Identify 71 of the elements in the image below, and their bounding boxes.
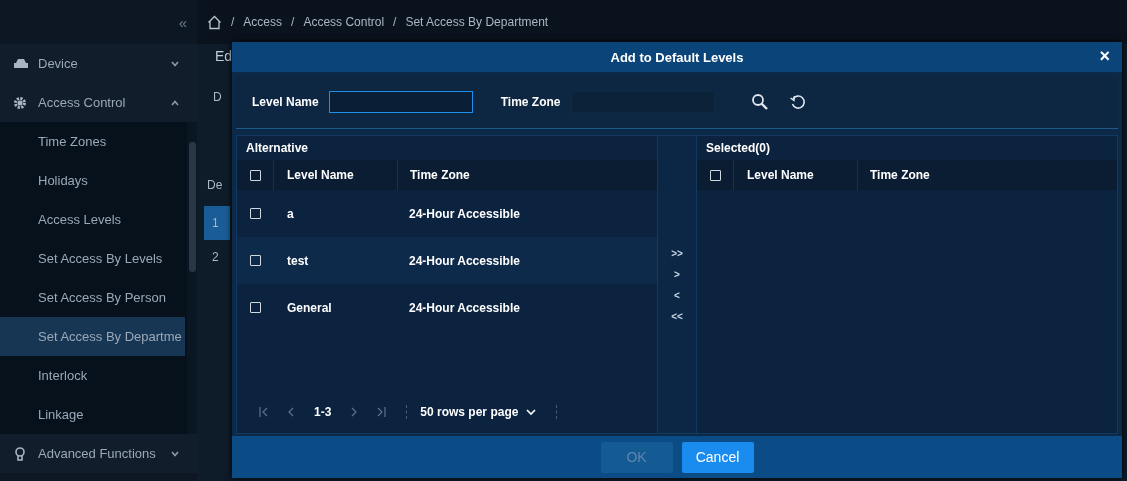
- table-cell-text: 24-Hour Accessible: [408, 206, 520, 221]
- checkbox[interactable]: [249, 255, 261, 266]
- field-label: Level Name: [252, 95, 319, 109]
- menu-group[interactable]: Access Control: [0, 83, 197, 122]
- menu-item[interactable]: Set Access By Levels: [0, 239, 185, 278]
- chevron-down-icon[interactable]: [171, 60, 179, 67]
- search-icon[interactable]: [750, 93, 769, 111]
- first-page-icon[interactable]: [259, 406, 268, 418]
- page-range: 1-3: [314, 405, 332, 419]
- breadcrumb-separator: /: [231, 15, 235, 29]
- table-cell-text: General: [286, 300, 333, 315]
- table-row[interactable]: General 24-Hour Accessible: [237, 284, 657, 331]
- menu-item[interactable]: Access Levels: [0, 200, 185, 239]
- column-header: Time Zone: [869, 168, 930, 182]
- table-cell-text: a: [286, 206, 295, 221]
- column-header: De: [207, 178, 223, 192]
- panel-title: Selected(0): [705, 140, 772, 157]
- close-button[interactable]: ×: [1099, 47, 1110, 65]
- page-size-dropdown[interactable]: 50 rows per page: [420, 405, 537, 419]
- gear-icon: [13, 95, 29, 110]
- device-icon: [13, 56, 29, 71]
- breadcrumb-link[interactable]: Access: [243, 15, 283, 29]
- checkbox[interactable]: [709, 169, 721, 181]
- table-cell-text: 24-Hour Accessible: [408, 253, 520, 268]
- table-row[interactable]: a 24-Hour Accessible: [237, 190, 657, 237]
- input-field[interactable]: [328, 91, 473, 113]
- panel-title: Alternative: [245, 140, 310, 157]
- menu-item[interactable]: Interlock: [0, 356, 185, 395]
- menu-label: Device: [38, 56, 79, 71]
- scrollbar[interactable]: [187, 122, 197, 434]
- field-label: Time Zone: [500, 95, 561, 109]
- dialog-title: Add to Default Levels: [610, 49, 744, 65]
- menu-label: Advanced Functions: [38, 446, 157, 461]
- page-size-label: 50 rows per page: [420, 405, 519, 419]
- checkbox[interactable]: [249, 169, 261, 181]
- column-header: Level Name: [734, 160, 858, 190]
- transfer-button[interactable]: >>: [668, 246, 686, 260]
- refresh-icon[interactable]: [788, 93, 807, 111]
- breadcrumb-separator: /: [393, 15, 397, 29]
- table-row[interactable]: test 24-Hour Accessible: [237, 237, 657, 284]
- menu-item[interactable]: Linkage: [0, 395, 185, 434]
- transfer-button[interactable]: <: [671, 288, 683, 302]
- breadcrumb-separator: /: [291, 15, 295, 29]
- menu-item[interactable]: Time Zones: [0, 122, 185, 161]
- next-page-icon[interactable]: [351, 406, 358, 418]
- menu-group[interactable]: Advanced Functions: [0, 434, 197, 473]
- table-cell-text: 24-Hour Accessible: [408, 300, 520, 315]
- home-icon[interactable]: [207, 14, 222, 30]
- field-label: D: [213, 90, 222, 104]
- menu-item[interactable]: Holidays: [0, 161, 185, 200]
- checkbox[interactable]: [249, 208, 261, 219]
- breadcrumb-link[interactable]: Set Access By Department: [405, 15, 549, 29]
- menu-label: Access Control: [38, 95, 127, 110]
- last-page-icon[interactable]: [377, 406, 387, 418]
- breadcrumb-link[interactable]: Access Control: [303, 15, 385, 29]
- table-row[interactable]: 2: [204, 240, 230, 274]
- collapse-button[interactable]: «: [178, 13, 187, 31]
- column-header: Time Zone: [409, 168, 470, 182]
- chevron-up-icon[interactable]: [171, 99, 179, 106]
- menu-item[interactable]: Set Access By Departme: [0, 317, 185, 356]
- chevron-down-icon: [526, 408, 537, 416]
- previous-page-icon[interactable]: [288, 406, 294, 418]
- chevron-down-icon[interactable]: [171, 450, 179, 457]
- transfer-button[interactable]: <<: [668, 309, 686, 323]
- menu-item[interactable]: Set Access By Person: [0, 278, 185, 317]
- checkbox[interactable]: [249, 302, 261, 313]
- transfer-button[interactable]: >: [671, 267, 683, 281]
- column-header: Level Name: [274, 160, 398, 190]
- table-cell-text: test: [286, 253, 310, 268]
- page-heading: Ed: [215, 48, 233, 64]
- menu-group[interactable]: Device: [0, 44, 197, 83]
